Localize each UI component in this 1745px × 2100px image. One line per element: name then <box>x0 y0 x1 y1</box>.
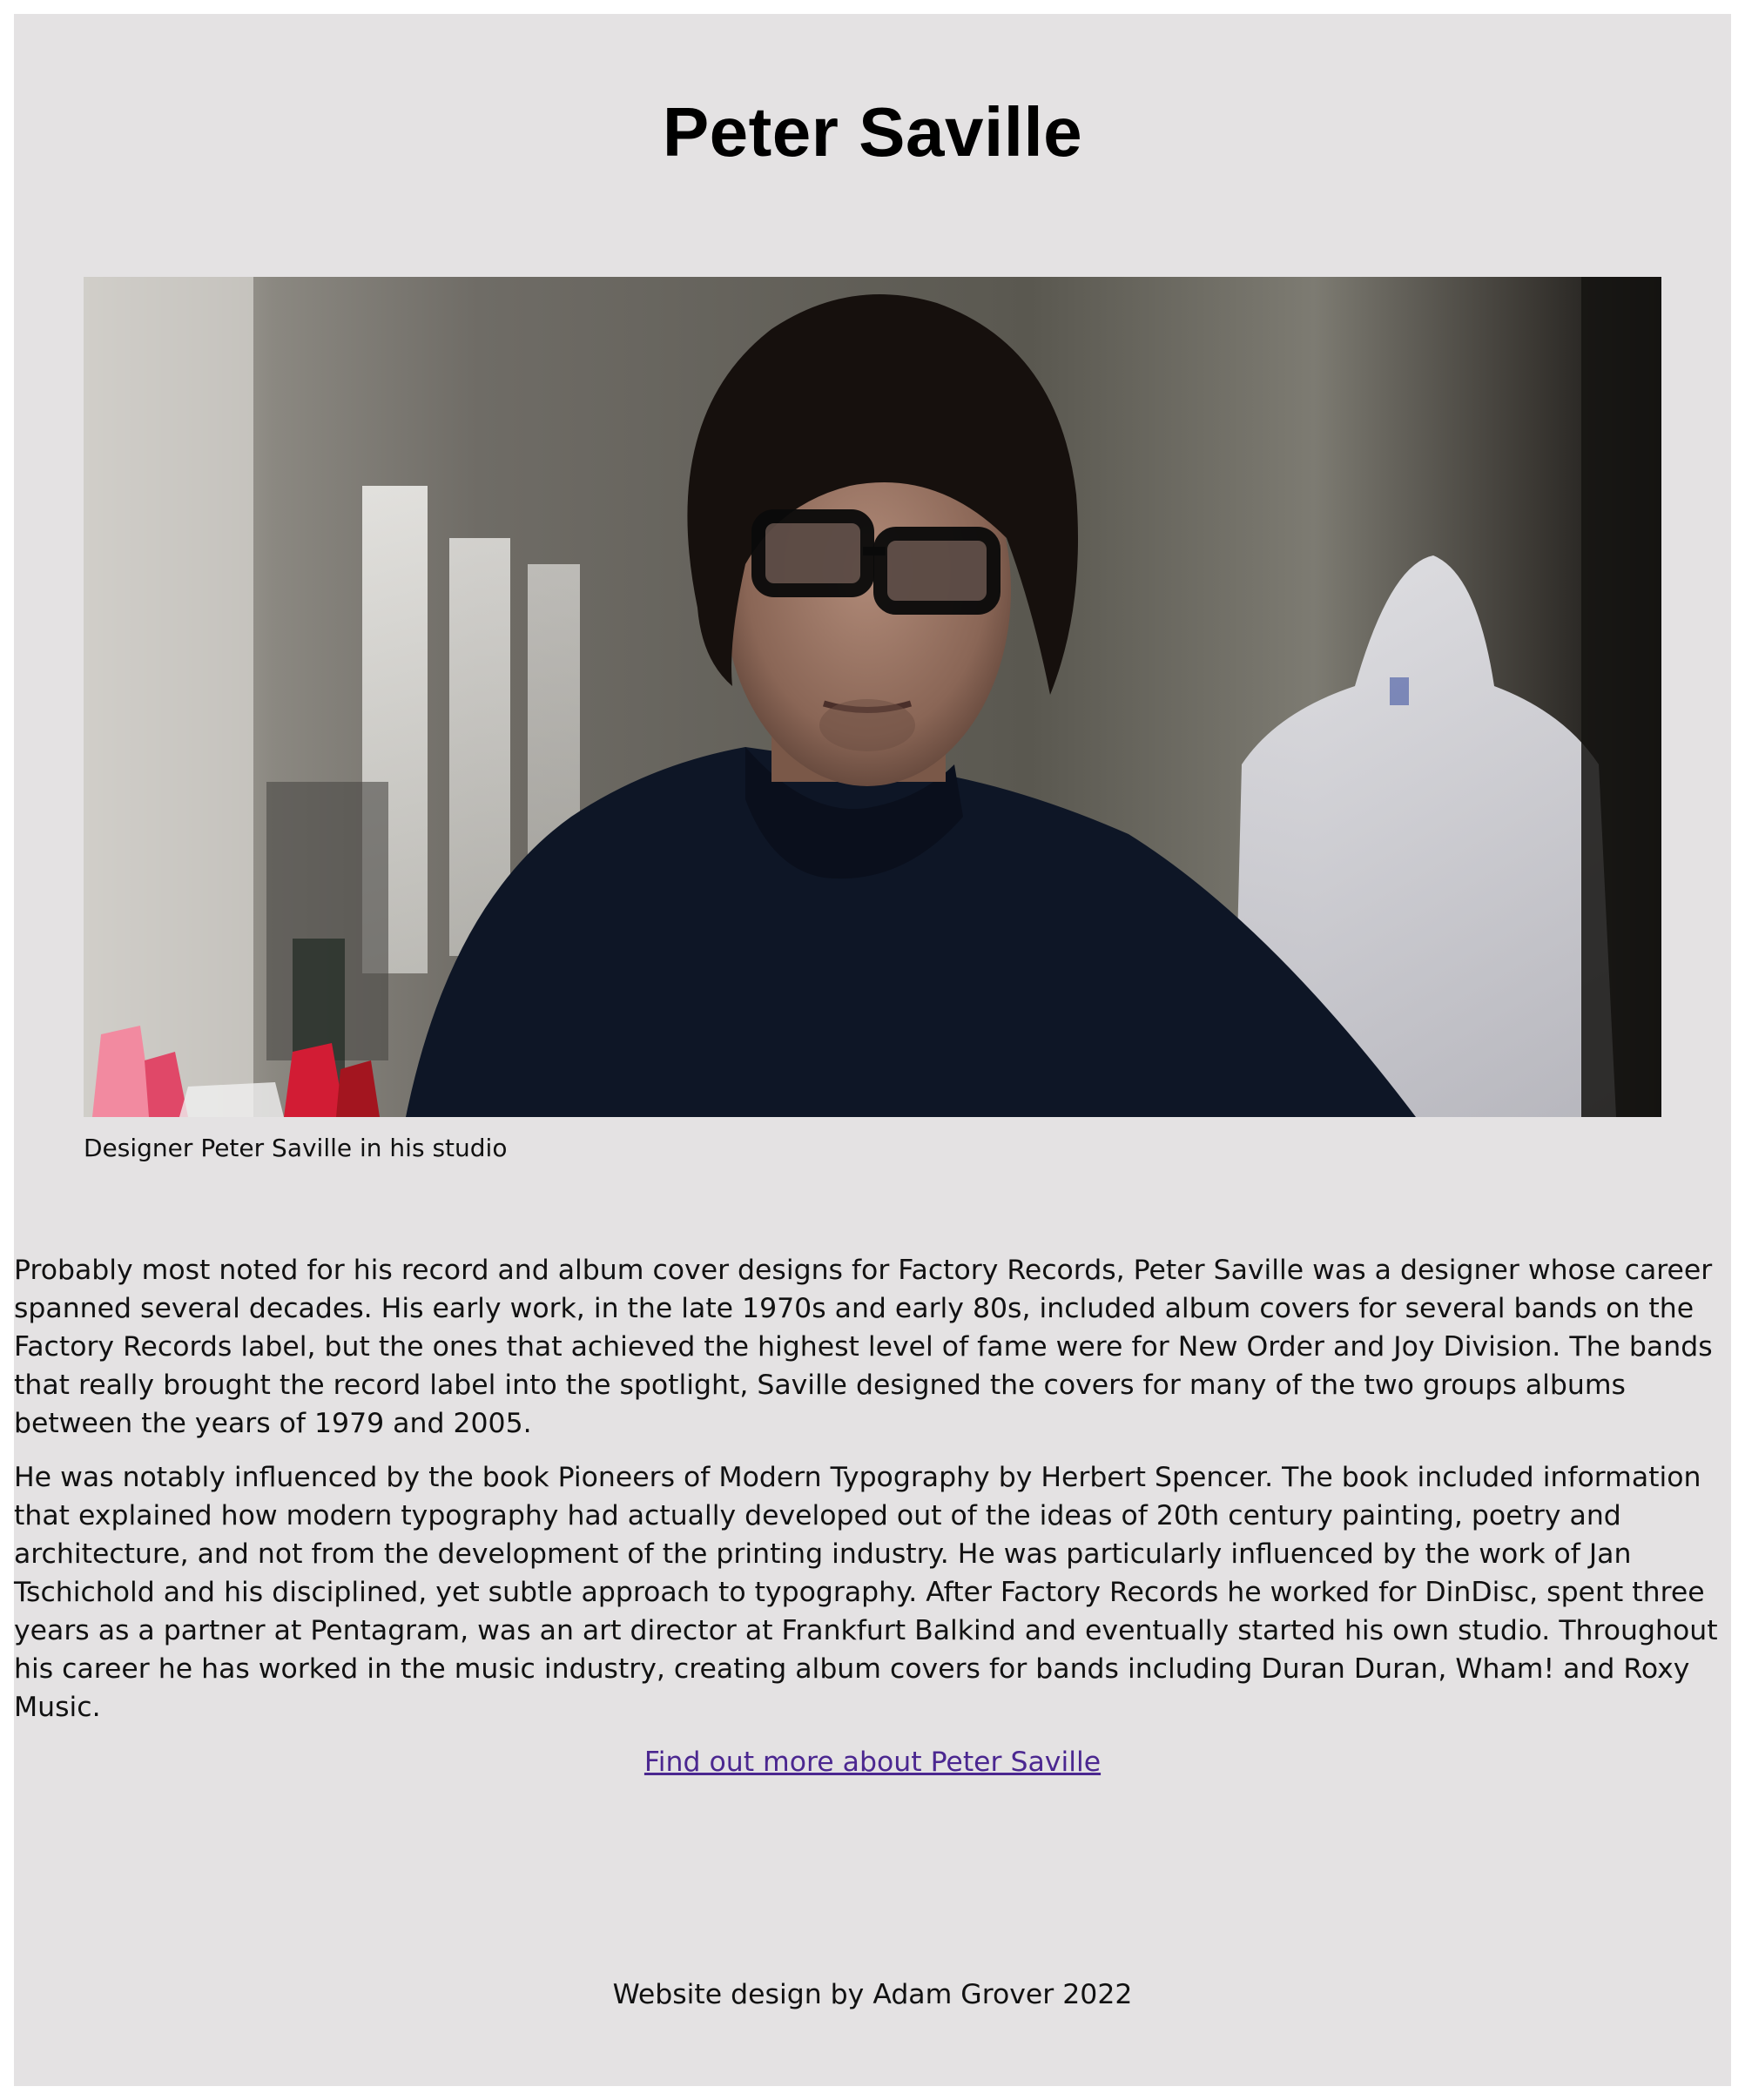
more-link-container: Find out more about Peter Saville <box>14 1743 1731 1781</box>
article-paragraph-2: He was notably influenced by the book Pi… <box>14 1462 1718 1723</box>
page: Peter Saville Designer Peter Saville in … <box>14 14 1731 2086</box>
portrait-photo <box>84 277 1661 1117</box>
article-paragraph-1: Probably most noted for his record and a… <box>14 1255 1713 1439</box>
find-out-more-link[interactable]: Find out more about Peter Saville <box>644 1747 1101 1778</box>
page-title: Peter Saville <box>662 93 1083 171</box>
footer-credit: Website design by Adam Grover 2022 <box>612 1979 1133 2010</box>
portrait-caption: Designer Peter Saville in his studio <box>84 1134 508 1162</box>
